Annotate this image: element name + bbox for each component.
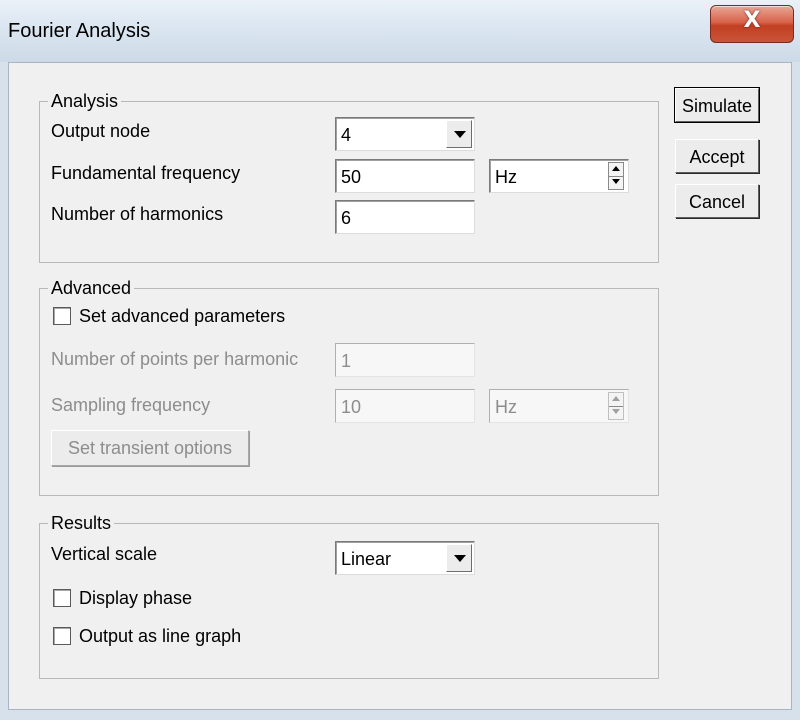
- output-node-dropdown[interactable]: 4: [335, 117, 475, 151]
- cancel-button[interactable]: Cancel: [675, 184, 759, 218]
- vertical-scale-dropdown-button[interactable]: [446, 544, 472, 572]
- simulate-button[interactable]: Simulate: [674, 87, 760, 123]
- points-per-harmonic-input[interactable]: 1: [335, 343, 475, 377]
- vertical-scale-label: Vertical scale: [51, 544, 158, 564]
- output-node-label: Output node: [51, 121, 151, 141]
- harmonics-label: Number of harmonics: [51, 204, 224, 224]
- fourier-analysis-window: Fourier Analysis X Simulate Accept Cance…: [0, 0, 800, 720]
- results-group-legend: Results: [48, 512, 115, 534]
- close-icon: X: [743, 8, 761, 33]
- display-phase-label[interactable]: Display phase: [79, 587, 192, 609]
- sampling-frequency-input[interactable]: 10: [335, 389, 475, 423]
- spin-up-button[interactable]: [609, 393, 623, 407]
- fundamental-frequency-unit: Hz: [495, 167, 517, 187]
- analysis-group-legend: Analysis: [48, 90, 122, 112]
- sampling-frequency-label: Sampling frequency: [51, 395, 211, 415]
- spin-down-button[interactable]: [609, 176, 623, 189]
- chevron-down-icon: [454, 131, 466, 138]
- harmonics-input[interactable]: 6: [335, 200, 475, 234]
- close-button[interactable]: X: [710, 5, 794, 43]
- arrow-down-icon: [612, 409, 620, 414]
- advanced-group-legend: Advanced: [48, 277, 135, 299]
- set-transient-options-button[interactable]: Set transient options: [51, 430, 249, 466]
- arrow-up-icon: [612, 396, 620, 401]
- set-advanced-checkbox[interactable]: [53, 307, 71, 325]
- fundamental-frequency-input[interactable]: 50: [335, 159, 475, 193]
- window-title: Fourier Analysis: [8, 20, 151, 42]
- chevron-down-icon: [454, 555, 466, 562]
- sampling-frequency-unit: Hz: [495, 397, 517, 417]
- title-bar[interactable]: Fourier Analysis X: [0, 0, 800, 62]
- display-phase-checkbox[interactable]: [53, 589, 71, 607]
- spin-down-button[interactable]: [609, 406, 623, 419]
- fundamental-frequency-unit-spinner[interactable]: [608, 162, 624, 190]
- fundamental-frequency-unit-field[interactable]: Hz: [489, 159, 629, 193]
- spin-up-button[interactable]: [609, 163, 623, 177]
- vertical-scale-value: Linear: [341, 549, 392, 569]
- line-graph-checkbox[interactable]: [53, 627, 71, 645]
- set-advanced-label[interactable]: Set advanced parameters: [79, 305, 285, 327]
- output-node-dropdown-button[interactable]: [446, 120, 472, 148]
- line-graph-label[interactable]: Output as line graph: [79, 625, 241, 647]
- arrow-up-icon: [612, 166, 620, 171]
- sampling-frequency-unit-spinner[interactable]: [608, 392, 624, 420]
- points-per-harmonic-label: Number of points per harmonic: [51, 349, 299, 369]
- vertical-scale-dropdown[interactable]: Linear: [335, 541, 475, 575]
- fundamental-frequency-label: Fundamental frequency: [51, 163, 241, 183]
- accept-button[interactable]: Accept: [675, 139, 759, 173]
- arrow-down-icon: [612, 179, 620, 184]
- sampling-frequency-unit-field[interactable]: Hz: [489, 389, 629, 423]
- output-node-value: 4: [341, 125, 352, 145]
- dialog-body: Simulate Accept Cancel Analysis Output n…: [8, 62, 792, 710]
